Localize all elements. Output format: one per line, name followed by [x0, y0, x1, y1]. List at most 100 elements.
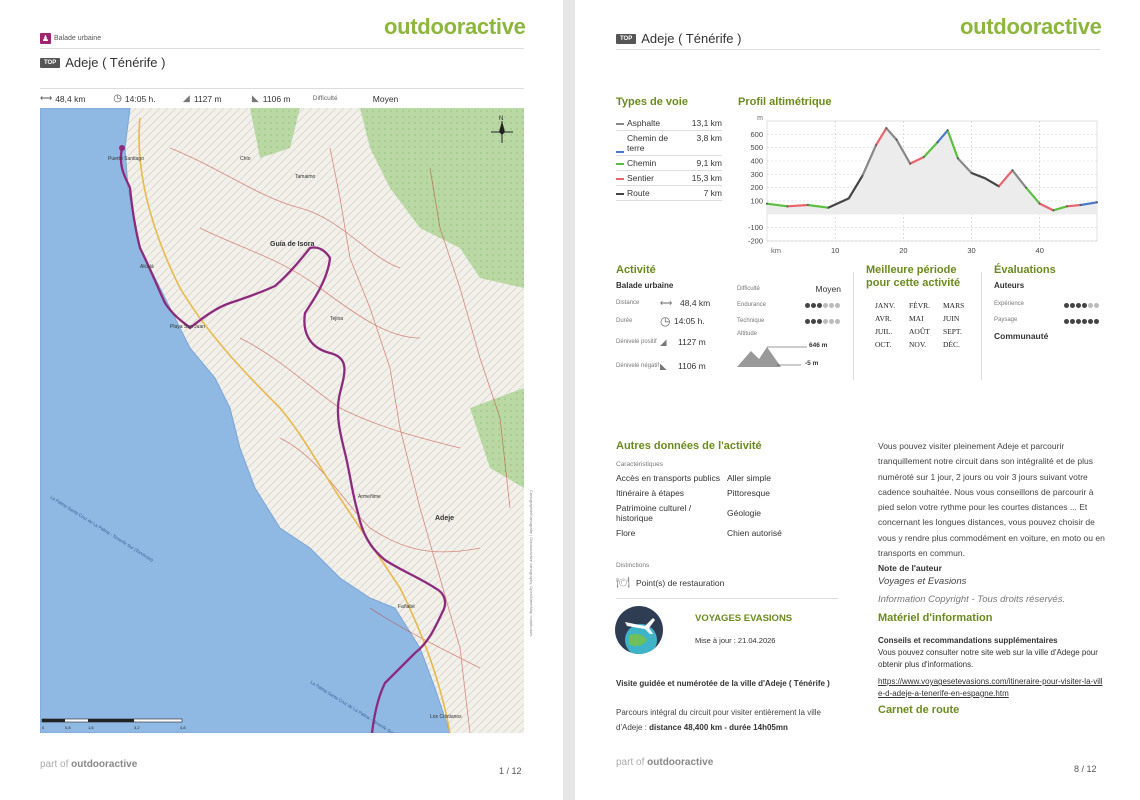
distance-icon: ⟷	[660, 297, 673, 308]
tour-title: TOP Adeje ( Ténérife )	[40, 55, 165, 70]
elevation-point	[984, 177, 987, 180]
globe-plane-icon	[625, 618, 657, 654]
period-title: Meilleure période pour cette activité	[866, 264, 961, 289]
activity-stats: Distance ⟷ 48,4 km Durée ◷ 14:05 h. Déni…	[616, 294, 720, 378]
walk-icon: ♟	[40, 33, 51, 44]
restaurant-icon: 🍽	[616, 577, 630, 589]
footer: part of outdooractive	[616, 757, 714, 768]
y-tick-label: 200	[750, 183, 763, 192]
rating-dot	[1070, 303, 1075, 308]
alt-max: 646 m	[809, 342, 828, 349]
page-1: outdooractive ♟ Balade urbaine TOP Adeje…	[0, 0, 563, 800]
altitude-label: Altitude	[737, 331, 758, 337]
rating-dot	[811, 303, 816, 308]
visit-title: Visite guidée et numérotée de la ville d…	[616, 679, 830, 688]
activity-title: Activité	[616, 264, 656, 276]
char-label: Caractéristiques	[616, 461, 663, 468]
profile-title: Profil altimétrique	[738, 96, 832, 108]
month: AVR.	[875, 314, 892, 323]
activity-row-distance: Distance ⟷ 48,4 km	[616, 297, 711, 309]
stat-duration: 14:05 h.	[124, 93, 156, 104]
category-label: ♟ Balade urbaine	[40, 33, 102, 44]
month: MARS	[943, 301, 965, 310]
elevation-point	[895, 138, 898, 141]
author-name[interactable]: VOYAGES EVASIONS	[695, 613, 792, 624]
elevation-chart-svg: 600 500 400 300 200 100 -100 -200 m 10 20 30 40 km	[748, 115, 1099, 255]
dist-label: Distinctions	[616, 562, 650, 569]
route-map[interactable]: Guía de Isora Adeje Tejina Playa San Jua…	[40, 108, 524, 733]
rating-dot	[829, 319, 834, 324]
author-avatar[interactable]	[615, 606, 663, 654]
elevation-point	[946, 129, 949, 132]
experience-row: Expérience	[994, 296, 1100, 312]
altitude-graphic: 646 m -5 m	[737, 341, 841, 371]
description: Vous pouvez visiter pleinement Adeje et …	[878, 441, 1105, 559]
place-label: Puerto Santiago	[108, 156, 144, 162]
technique-row: Technique	[737, 313, 841, 329]
month: MAI	[909, 314, 924, 323]
x-tick-label: 30	[967, 246, 975, 255]
place-label: Los Cristianos	[430, 714, 462, 720]
rating-dot	[1082, 319, 1087, 324]
elevation-point	[827, 206, 830, 209]
stat-descent: 1106 m	[262, 93, 291, 104]
activity-row-ascent: Dénivelé positif ◢ 1127 m	[616, 336, 706, 348]
month: FÉVR.	[909, 301, 931, 310]
place-label: Guía de Isora	[270, 241, 314, 248]
material-sub: Conseils et recommandations supplémentai…	[878, 636, 1058, 645]
y-tick-label: -200	[748, 237, 763, 246]
elevation-point	[1096, 201, 1098, 204]
paysage-rating	[1064, 311, 1100, 329]
x-tick-label: 40	[1036, 246, 1044, 255]
ascent-icon: ◢	[182, 93, 190, 103]
place-label: Armeñime	[358, 494, 381, 500]
rating-dot	[823, 303, 828, 308]
y-tick-label: -100	[748, 223, 763, 232]
place-label: Tejina	[330, 316, 343, 322]
characteristic: Géologie	[727, 508, 762, 518]
characteristics-grid: Accès en transports publics Aller simple…	[616, 473, 838, 538]
eval-authors: Auteurs	[994, 281, 1025, 290]
place-label: Adeje	[435, 515, 454, 522]
page-number: 8 / 12	[1074, 764, 1097, 774]
map-copyright: Cartographie/Kartografie | Outdooractive…	[529, 490, 534, 637]
rating-dot	[829, 303, 834, 308]
rating-dot	[1076, 303, 1081, 308]
divider	[40, 88, 524, 89]
x-axis-label: km	[771, 246, 781, 255]
endurance-rating	[805, 300, 841, 310]
footer: part of outdooractive	[40, 759, 138, 770]
brand-logo: outdooractive	[384, 14, 526, 39]
types-title: Types de voie	[616, 96, 688, 108]
other-title: Autres données de l'activité	[616, 440, 762, 452]
y-tick-label: 100	[750, 197, 763, 206]
month: AOÛT	[909, 327, 930, 336]
month: SEPT.	[943, 327, 962, 336]
type-row: Chemin de terre 3,8 km	[616, 131, 722, 156]
type-row: Chemin 9,1 km	[616, 156, 722, 171]
characteristic: Pittoresque	[727, 488, 770, 498]
scale-label: 1,6	[88, 725, 94, 730]
tour-title-text: Adeje ( Ténérife )	[65, 55, 166, 70]
elevation-point	[957, 157, 959, 160]
y-axis-label: m	[757, 115, 763, 122]
month: OCT.	[875, 340, 892, 349]
note-copyright: Information Copyright - Tous droits rése…	[878, 594, 1066, 605]
stat-difficulty: Moyen	[372, 93, 399, 104]
rating-dot	[817, 303, 822, 308]
column-divider	[853, 272, 854, 380]
place-label: Tamaimo	[295, 174, 316, 180]
month: JUIL.	[875, 327, 893, 336]
carnet-title: Carnet de route	[878, 704, 960, 716]
divider	[616, 49, 1100, 50]
material-link[interactable]: https://www.voyagesetevasions.com/itiner…	[878, 676, 1103, 699]
month: DÉC.	[943, 340, 960, 349]
place-label: Chío	[240, 156, 251, 162]
types-list: Asphalte 13,1 km Chemin de terre 3,8 km …	[616, 116, 722, 201]
elevation-point	[1066, 205, 1068, 208]
place-label: Alcalá	[140, 264, 154, 270]
material-text: Vous pouvez consulter notre site web sur…	[878, 648, 1098, 669]
elevation-segment	[1065, 203, 1082, 208]
activity-name: Balade urbaine	[616, 281, 674, 290]
place-label: Playa San Juan	[170, 324, 205, 330]
